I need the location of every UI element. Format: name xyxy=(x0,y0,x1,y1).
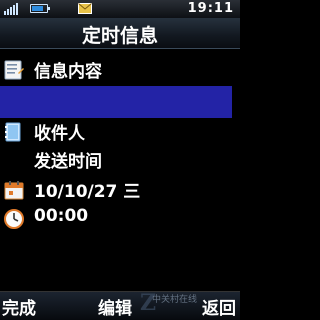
edit-softkey[interactable]: 编辑 xyxy=(98,294,132,319)
battery-icon xyxy=(30,4,50,13)
message-content-input[interactable] xyxy=(0,86,232,118)
send-time-item: 发送时间 xyxy=(0,144,240,174)
back-softkey[interactable]: 返回 xyxy=(202,294,236,319)
message-icon xyxy=(78,3,92,14)
time-item[interactable]: 00:00 xyxy=(0,203,240,233)
softkey-bar: Z 中关村在线 完成 编辑 返回 xyxy=(0,290,240,320)
time-value: 00:00 xyxy=(34,206,89,226)
calendar-icon xyxy=(4,181,24,200)
watermark-text: 中关村在线 xyxy=(152,295,198,305)
send-time-label: 发送时间 xyxy=(34,152,102,172)
date-value: 10/10/27 三 xyxy=(34,182,141,202)
date-item[interactable]: 10/10/27 三 xyxy=(0,174,240,204)
message-content-label: 信息内容 xyxy=(34,62,102,82)
document-icon xyxy=(4,60,24,80)
signal-icon xyxy=(4,3,18,15)
recipient-label: 收件人 xyxy=(34,124,85,144)
recipient-item[interactable]: 收件人 xyxy=(0,116,240,146)
status-clock: 19:11 xyxy=(187,1,234,16)
message-content-item[interactable]: 信息内容 xyxy=(0,54,240,84)
clock-icon xyxy=(4,209,24,229)
done-softkey[interactable]: 完成 xyxy=(2,294,36,319)
title-bar: 定时信息 xyxy=(0,18,240,49)
page-title: 定时信息 xyxy=(81,25,158,47)
contacts-icon xyxy=(5,122,21,142)
status-bar: 19:11 xyxy=(0,0,240,18)
